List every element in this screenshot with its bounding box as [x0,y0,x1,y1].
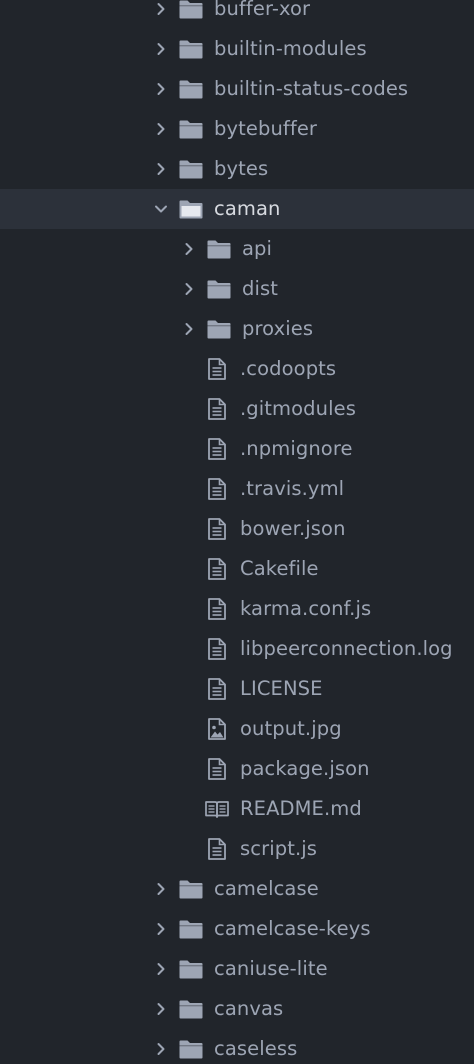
tree-item-label: script.js [240,837,318,860]
folder-icon [178,0,204,22]
tree-item-label: buffer-xor [214,0,311,20]
file-text-icon [204,756,230,782]
tree-folder-bytebuffer[interactable]: bytebuffer [0,109,474,149]
chevron-right-icon[interactable] [152,960,170,978]
chevron-right-icon[interactable] [152,1000,170,1018]
tree-item-label: builtin-modules [214,37,367,60]
tree-item-label: output.jpg [240,717,342,740]
tree-item-label: caniuse-lite [214,957,328,980]
tree-item-label: proxies [242,317,314,340]
tree-folder-api[interactable]: api [0,229,474,269]
tree-item-label: .codoopts [240,357,337,380]
tree-file-readme-md[interactable]: README.md [0,789,474,829]
tree-item-label: libpeerconnection.log [240,637,453,660]
tree-file-package-json[interactable]: package.json [0,749,474,789]
tree-file-travis-yml[interactable]: .travis.yml [0,469,474,509]
tree-item-label: builtin-status-codes [214,77,409,100]
tree-file-npmignore[interactable]: .npmignore [0,429,474,469]
tree-folder-camelcase-keys[interactable]: camelcase-keys [0,909,474,949]
tree-folder-buffer-xor[interactable]: buffer-xor [0,0,474,29]
tree-folder-caman[interactable]: caman [0,189,474,229]
chevron-right-icon[interactable] [180,280,198,298]
file-text-icon [204,556,230,582]
tree-item-label: bower.json [240,517,346,540]
file-tree: buffer-xor builtin-modules builtin-status-… [0,0,474,1064]
tree-file-karma-conf-js[interactable]: karma.conf.js [0,589,474,629]
tree-file-libpeerconnection-log[interactable]: libpeerconnection.log [0,629,474,669]
tree-item-label: package.json [240,757,370,780]
folder-icon [178,996,204,1022]
tree-folder-proxies[interactable]: proxies [0,309,474,349]
folder-icon [178,156,204,182]
tree-folder-builtin-status-codes[interactable]: builtin-status-codes [0,69,474,109]
file-text-icon [204,436,230,462]
folder-icon [178,916,204,942]
chevron-right-icon[interactable] [152,120,170,138]
tree-item-label: .travis.yml [240,477,345,500]
file-text-icon [204,396,230,422]
chevron-right-icon[interactable] [152,880,170,898]
tree-item-label: caseless [214,1037,298,1060]
chevron-right-icon[interactable] [180,240,198,258]
chevron-right-icon[interactable] [152,1040,170,1058]
chevron-right-icon[interactable] [152,80,170,98]
file-tree-rows: buffer-xor builtin-modules builtin-status-… [0,0,474,1064]
tree-item-label: canvas [214,997,284,1020]
tree-item-label: bytebuffer [214,117,318,140]
tree-item-label: .gitmodules [240,397,356,420]
folder-icon [178,956,204,982]
file-image-icon [204,716,230,742]
chevron-right-icon[interactable] [180,320,198,338]
tree-item-label: bytes [214,157,269,180]
folder-icon [206,276,232,302]
chevron-right-icon[interactable] [152,160,170,178]
file-text-icon [204,636,230,662]
book-icon [204,796,230,822]
folder-icon [206,236,232,262]
folder-icon [178,1036,204,1062]
tree-folder-bytes[interactable]: bytes [0,149,474,189]
tree-item-label: caman [214,197,281,220]
chevron-right-icon[interactable] [152,0,170,18]
file-text-icon [204,836,230,862]
file-text-icon [204,596,230,622]
tree-file-license[interactable]: LICENSE [0,669,474,709]
tree-item-label: README.md [240,797,362,820]
tree-file-gitmodules[interactable]: .gitmodules [0,389,474,429]
tree-item-label: LICENSE [240,677,323,700]
folder-icon [178,76,204,102]
tree-file-bower-json[interactable]: bower.json [0,509,474,549]
tree-file-script-js[interactable]: script.js [0,829,474,869]
folder-icon [178,36,204,62]
folder-icon [178,116,204,142]
tree-file-output-jpg[interactable]: output.jpg [0,709,474,749]
tree-file-cakefile[interactable]: Cakefile [0,549,474,589]
tree-item-label: camelcase [214,877,319,900]
file-text-icon [204,356,230,382]
tree-folder-caniuse-lite[interactable]: caniuse-lite [0,949,474,989]
tree-folder-camelcase[interactable]: camelcase [0,869,474,909]
tree-item-label: karma.conf.js [240,597,372,620]
file-text-icon [204,476,230,502]
tree-folder-caseless[interactable]: caseless [0,1029,474,1064]
tree-file-codoopts[interactable]: .codoopts [0,349,474,389]
tree-item-label: dist [242,277,279,300]
tree-folder-builtin-modules[interactable]: builtin-modules [0,29,474,69]
tree-item-label: api [242,237,273,260]
file-text-icon [204,516,230,542]
tree-folder-dist[interactable]: dist [0,269,474,309]
tree-item-label: camelcase-keys [214,917,371,940]
chevron-down-icon[interactable] [152,200,170,218]
chevron-right-icon[interactable] [152,920,170,938]
tree-folder-canvas[interactable]: canvas [0,989,474,1029]
file-text-icon [204,676,230,702]
tree-item-label: .npmignore [240,437,353,460]
folder-icon [206,316,232,342]
chevron-right-icon[interactable] [152,40,170,58]
tree-item-label: Cakefile [240,557,319,580]
folder-open-icon [178,196,204,222]
folder-icon [178,876,204,902]
